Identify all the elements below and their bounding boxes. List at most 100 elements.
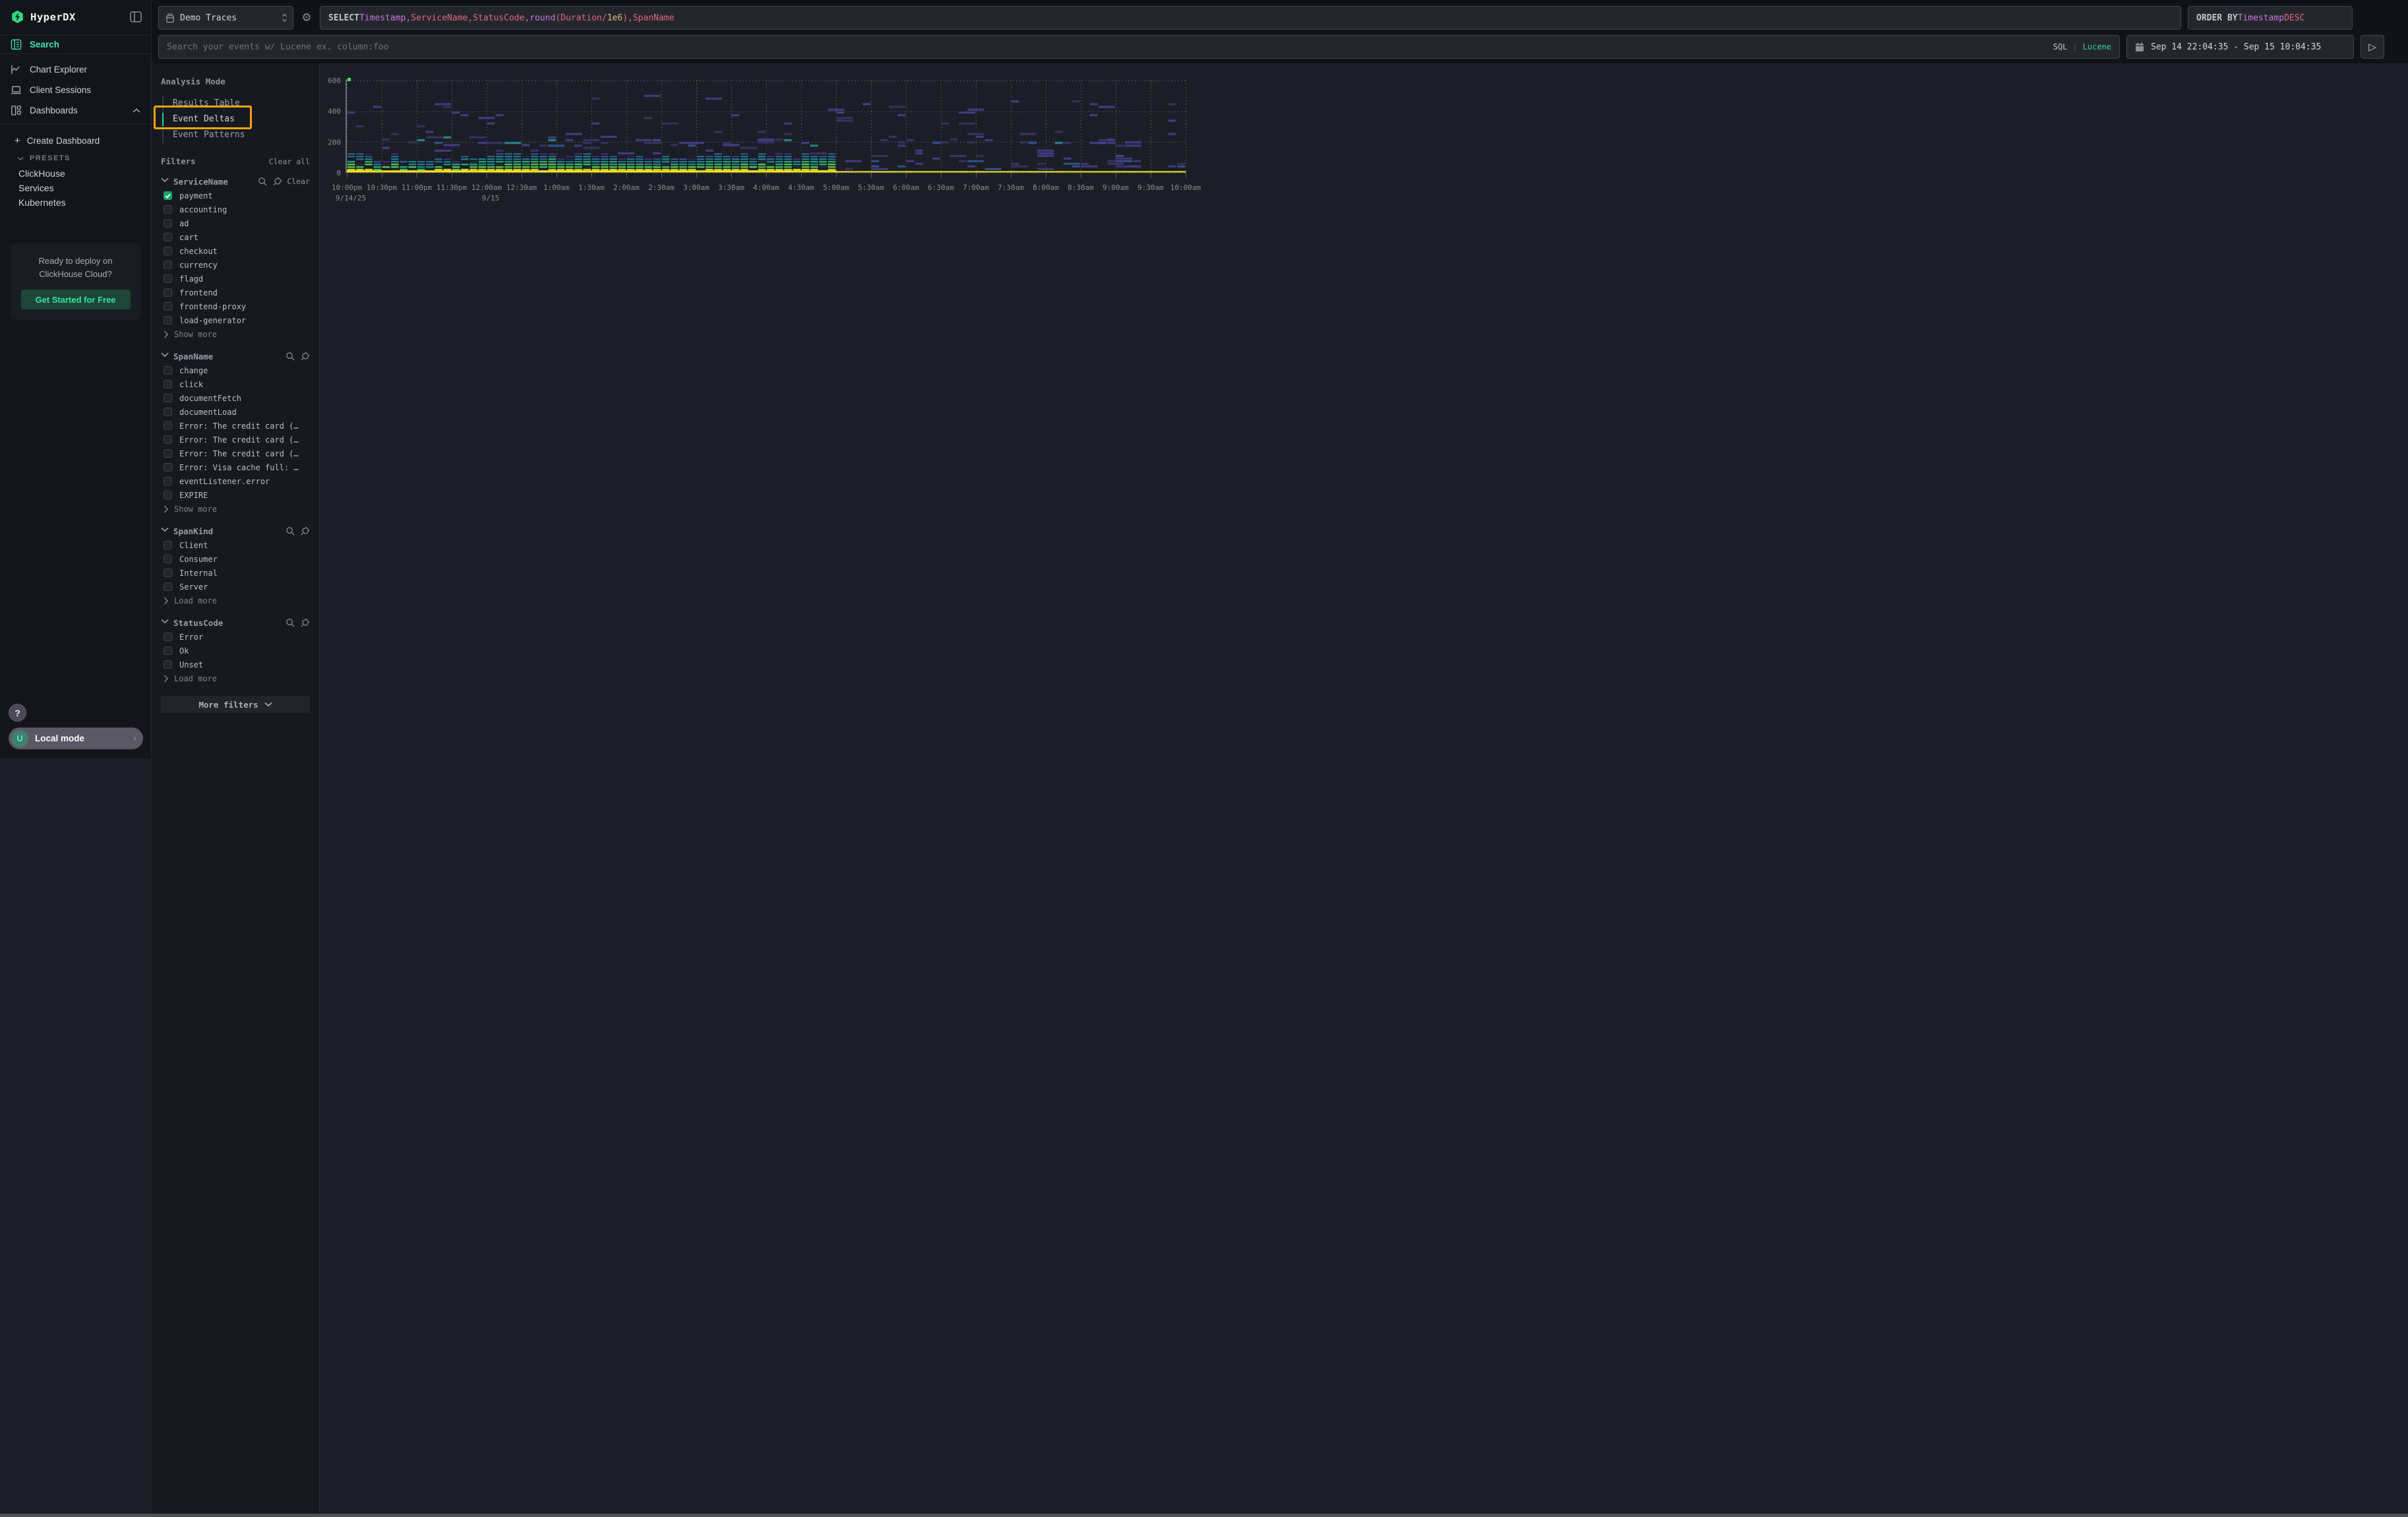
sidebar-item-dashboards[interactable]: Dashboards — [0, 100, 151, 121]
create-dashboard-button[interactable]: + Create Dashboard — [0, 131, 151, 150]
checkbox[interactable] — [164, 463, 172, 472]
time-range-picker[interactable]: Sep 14 22:04:35 - Sep 15 10:04:35 — [2126, 35, 2354, 59]
user-menu-local-mode[interactable]: U Local mode › — [9, 728, 143, 749]
bottom-scrollbar[interactable] — [0, 1514, 2408, 1517]
sql-select-input[interactable]: SELECT Timestamp, ServiceName, StatusCod… — [320, 6, 2181, 30]
filter-option-spanname[interactable]: change — [161, 363, 310, 377]
sidebar-item-search[interactable]: Search — [0, 35, 151, 54]
filter-option-servicename[interactable]: frontend — [161, 286, 310, 299]
filter-group-header-statuscode[interactable]: StatusCode — [161, 615, 310, 630]
checkbox[interactable] — [164, 569, 172, 577]
filter-option-spankind[interactable]: Internal — [161, 566, 310, 580]
filter-option-servicename[interactable]: currency — [161, 258, 310, 272]
checkbox[interactable] — [164, 477, 172, 485]
duration-heatmap-chart[interactable] — [320, 77, 1204, 202]
pin-icon[interactable] — [300, 618, 310, 628]
filter-option-statuscode[interactable]: Ok — [161, 644, 310, 658]
filter-option-servicename[interactable]: cart — [161, 230, 310, 244]
source-select[interactable]: Demo Traces — [158, 6, 293, 30]
filter-group-header-spankind[interactable]: SpanKind — [161, 524, 310, 538]
checkbox[interactable] — [164, 491, 172, 499]
filter-option-servicename[interactable]: flagd — [161, 272, 310, 286]
sidebar-item-chart-explorer[interactable]: Chart Explorer — [0, 59, 151, 80]
checkbox[interactable] — [164, 646, 172, 655]
checkbox[interactable] — [164, 449, 172, 458]
presets-toggle[interactable]: PRESETS — [0, 150, 151, 166]
filter-option-servicename[interactable]: frontend-proxy — [161, 299, 310, 313]
search-icon[interactable] — [286, 526, 295, 536]
filter-option-statuscode[interactable]: Error — [161, 630, 310, 644]
checkbox[interactable] — [164, 233, 172, 241]
filter-option-spankind[interactable]: Server — [161, 580, 310, 594]
filter-option-spanname[interactable]: Error: The credit card (… — [161, 419, 310, 433]
checkbox[interactable] — [164, 408, 172, 416]
checkbox[interactable] — [164, 394, 172, 402]
checkbox[interactable] — [164, 435, 172, 444]
gear-icon[interactable]: ⚙ — [299, 11, 315, 24]
checkbox[interactable] — [164, 541, 172, 549]
checkbox[interactable] — [164, 366, 172, 375]
search-input[interactable]: Search your events w/ Lucene ex. column:… — [158, 35, 2120, 59]
checkbox[interactable] — [164, 191, 172, 200]
run-query-button[interactable]: ▷ — [2361, 35, 2384, 59]
checkbox[interactable] — [164, 274, 172, 283]
search-icon[interactable] — [258, 177, 268, 187]
filter-option-spanname[interactable]: documentFetch — [161, 391, 310, 405]
clear-all-button[interactable]: Clear all — [269, 157, 310, 166]
filter-option-statuscode[interactable]: Unset — [161, 658, 310, 671]
checkbox[interactable] — [164, 302, 172, 311]
preset-clickhouse[interactable]: ClickHouse — [0, 166, 151, 181]
analysis-mode-results-table[interactable]: Results Table — [164, 96, 310, 111]
checkbox[interactable] — [164, 660, 172, 669]
search-icon[interactable] — [286, 618, 295, 628]
filter-option-spanname[interactable]: Error: The credit card (… — [161, 447, 310, 460]
checkbox[interactable] — [164, 219, 172, 228]
get-started-button[interactable]: Get Started for Free — [21, 290, 131, 309]
checkbox[interactable] — [164, 288, 172, 297]
lang-sql-option[interactable]: SQL — [2053, 42, 2068, 51]
filter-option-spankind[interactable]: Client — [161, 538, 310, 552]
more-filters-button[interactable]: More filters — [161, 696, 310, 713]
query-language-toggle[interactable]: SQL | Lucene — [2053, 42, 2111, 51]
help-button[interactable]: ? — [9, 704, 26, 722]
filter-option-servicename[interactable]: payment — [161, 189, 310, 202]
load-more-button-statuscode[interactable]: Load more — [161, 671, 310, 685]
order-by-input[interactable]: ORDER BY Timestamp DESC — [2188, 6, 2353, 30]
checkbox[interactable] — [164, 582, 172, 591]
filter-group-header-servicename[interactable]: ServiceNameClear — [161, 174, 310, 189]
filter-option-spanname[interactable]: eventListener.error — [161, 474, 310, 488]
show-more-button-servicename[interactable]: Show more — [161, 327, 310, 341]
filter-option-spanname[interactable]: Error: Visa cache full: … — [161, 460, 310, 474]
checkbox[interactable] — [164, 380, 172, 388]
show-more-button-spanname[interactable]: Show more — [161, 502, 310, 516]
checkbox[interactable] — [164, 261, 172, 269]
pin-icon[interactable] — [300, 352, 310, 361]
lang-lucene-option[interactable]: Lucene — [2083, 42, 2111, 51]
preset-services[interactable]: Services — [0, 181, 151, 195]
pin-icon[interactable] — [272, 177, 282, 187]
load-more-button-spankind[interactable]: Load more — [161, 594, 310, 607]
checkbox[interactable] — [164, 421, 172, 430]
filter-option-spanname[interactable]: Error: The credit card (… — [161, 433, 310, 447]
checkbox[interactable] — [164, 555, 172, 563]
analysis-mode-event-deltas[interactable]: Event Deltas — [164, 111, 310, 127]
filter-option-spanname[interactable]: EXPIRE — [161, 488, 310, 502]
preset-kubernetes[interactable]: Kubernetes — [0, 195, 151, 210]
sidebar-item-client-sessions[interactable]: Client Sessions — [0, 80, 151, 100]
pin-icon[interactable] — [300, 526, 310, 536]
filter-option-servicename[interactable]: load-generator — [161, 313, 310, 327]
filter-option-servicename[interactable]: checkout — [161, 244, 310, 258]
checkbox[interactable] — [164, 633, 172, 641]
clear-filter-button[interactable]: Clear — [287, 177, 310, 186]
checkbox[interactable] — [164, 316, 172, 325]
collapse-sidebar-icon[interactable] — [130, 11, 142, 22]
filter-option-servicename[interactable]: accounting — [161, 202, 310, 216]
filter-option-servicename[interactable]: ad — [161, 216, 310, 230]
filter-option-spanname[interactable]: click — [161, 377, 310, 391]
filter-option-spankind[interactable]: Consumer — [161, 552, 310, 566]
checkbox[interactable] — [164, 205, 172, 214]
filter-group-header-spanname[interactable]: SpanName — [161, 349, 310, 363]
search-icon[interactable] — [286, 352, 295, 361]
analysis-mode-event-patterns[interactable]: Event Patterns — [164, 127, 310, 143]
filter-option-spanname[interactable]: documentLoad — [161, 405, 310, 419]
